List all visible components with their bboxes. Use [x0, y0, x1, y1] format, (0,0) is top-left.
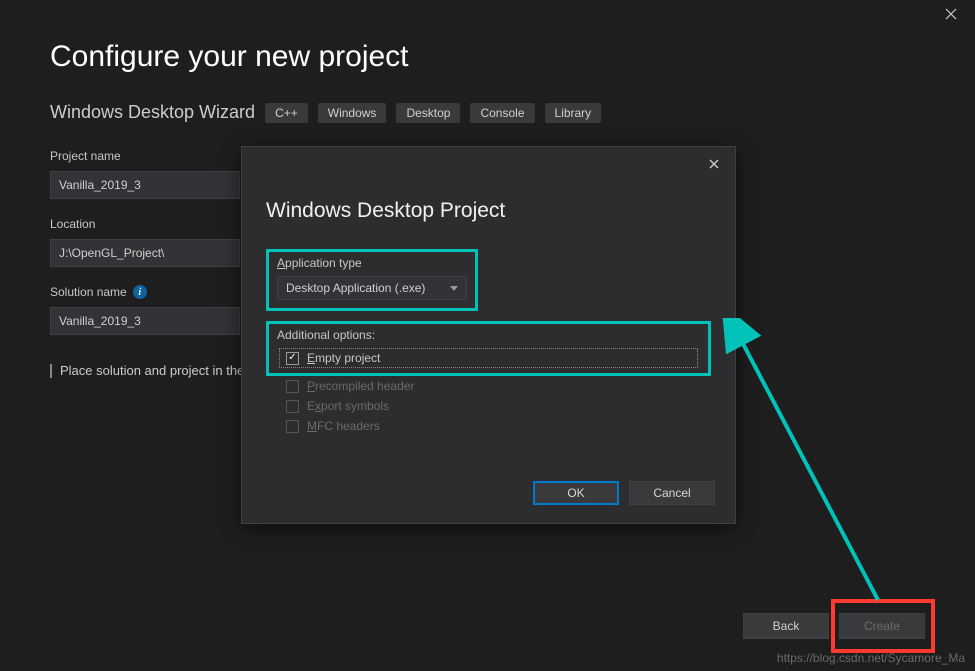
info-icon[interactable]: i [133, 285, 147, 299]
solution-name-label-text: Solution name [50, 285, 127, 299]
solution-name-input[interactable] [50, 307, 240, 335]
cancel-button[interactable]: Cancel [629, 481, 715, 505]
location-input[interactable] [50, 239, 240, 267]
option-mfc-headers: MFC headers [284, 416, 711, 436]
tag-desktop: Desktop [396, 103, 460, 123]
mfc-headers-checkbox [286, 420, 299, 433]
dialog-buttons: OK Cancel [533, 481, 715, 505]
form-section: Project name Location Solution name i Pl… [50, 145, 240, 378]
tag-cpp: C++ [265, 103, 308, 123]
option-export-symbols: Export symbols [284, 396, 711, 416]
back-button[interactable]: Back [743, 613, 829, 639]
location-label: Location [50, 217, 240, 231]
bottom-buttons: Back Create [743, 613, 925, 639]
tag-console: Console [470, 103, 534, 123]
place-solution-checkbox-label: Place solution and project in the [60, 363, 244, 378]
create-button: Create [839, 613, 925, 639]
close-icon[interactable] [945, 8, 959, 22]
dialog-close-icon[interactable] [709, 159, 721, 171]
export-symbols-label: Export symbols [307, 399, 389, 413]
project-name-input[interactable] [50, 171, 240, 199]
watermark-text: https://blog.csdn.net/Sycamore_Ma [777, 651, 965, 665]
tag-windows: Windows [318, 103, 387, 123]
empty-project-label: Empty project [307, 351, 380, 365]
application-type-value: Desktop Application (.exe) [286, 281, 425, 295]
solution-name-label: Solution name i [50, 285, 240, 299]
additional-options-highlight: Additional options: Empty project [266, 321, 711, 376]
mfc-headers-label: MFC headers [307, 419, 380, 433]
page-title: Configure your new project [50, 40, 925, 74]
precompiled-header-label: Precompiled header [307, 379, 414, 393]
dialog-title: Windows Desktop Project [266, 199, 711, 223]
application-type-label: Application type [277, 256, 467, 270]
chevron-down-icon [450, 286, 458, 291]
empty-project-checkbox[interactable] [286, 352, 299, 365]
application-type-highlight: Application type Desktop Application (.e… [266, 249, 478, 311]
subtitle-row: Windows Desktop Wizard C++ Windows Deskt… [50, 102, 925, 123]
place-solution-checkbox[interactable] [50, 364, 52, 378]
export-symbols-checkbox [286, 400, 299, 413]
wizard-subtitle: Windows Desktop Wizard [50, 102, 255, 123]
application-type-dropdown[interactable]: Desktop Application (.exe) [277, 276, 467, 300]
ok-button[interactable]: OK [533, 481, 619, 505]
desktop-project-dialog: Windows Desktop Project Application type… [241, 146, 736, 524]
project-name-label: Project name [50, 149, 240, 163]
option-precompiled-header: Precompiled header [284, 376, 711, 396]
precompiled-header-checkbox [286, 380, 299, 393]
place-solution-checkbox-row[interactable]: Place solution and project in the [50, 363, 240, 378]
additional-options-label: Additional options: [277, 328, 700, 342]
option-empty-project[interactable]: Empty project [279, 348, 698, 368]
tag-library: Library [545, 103, 602, 123]
